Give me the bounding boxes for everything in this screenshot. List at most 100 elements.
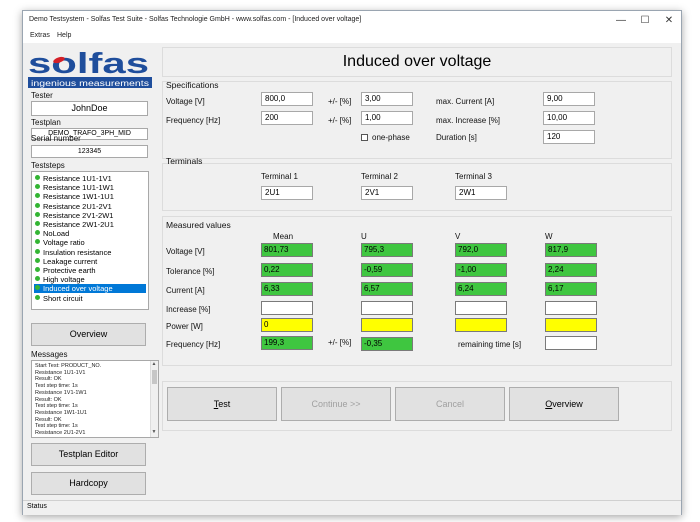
hardcopy-button[interactable]: Hardcopy — [31, 472, 146, 495]
teststep-label: Leakage current — [43, 256, 98, 266]
max-increase-input[interactable]: 10,00 — [543, 111, 595, 125]
terminal-2-input[interactable]: 2V1 — [361, 186, 413, 200]
teststep-item[interactable]: NoLoad — [34, 229, 146, 238]
measured-value-cell: 801,73 — [261, 243, 313, 257]
teststep-item[interactable]: Resistance 2U1-2V1 — [34, 202, 146, 211]
measured-frequency-label: Frequency [Hz] — [166, 340, 221, 349]
measured-value-cell: -0,59 — [361, 263, 413, 277]
serial-number-label: Serial number — [31, 134, 81, 143]
teststep-label: Protective earth — [43, 266, 96, 275]
measured-value-cell: 0 — [261, 318, 313, 332]
messages-scrollbar[interactable]: ▲ ▼ — [150, 361, 158, 437]
measured-row-label: Current [A] — [166, 286, 205, 295]
measured-value-cell: 792,0 — [455, 243, 507, 257]
teststep-item[interactable]: Short circuit — [34, 294, 146, 303]
continue-button[interactable]: Continue >> — [281, 387, 391, 421]
message-line: Result: OK — [35, 416, 62, 423]
status-dot-icon — [35, 248, 40, 254]
max-current-input[interactable]: 9,00 — [543, 92, 595, 106]
message-line: Test step time: 1s — [35, 383, 78, 390]
one-phase-checkbox[interactable] — [361, 134, 368, 141]
measured-value-cell — [361, 318, 413, 332]
terminals-heading: Terminals — [166, 156, 203, 166]
teststeps-list[interactable]: Resistance 1U1-1V1 Resistance 1U1-1W1 Resi… — [31, 171, 149, 310]
scroll-down-icon[interactable]: ▼ — [151, 429, 157, 435]
testplan-label: Testplan — [31, 118, 61, 127]
measured-value-cell: 6,33 — [261, 282, 313, 296]
spec-voltage-tol-input[interactable]: 3,00 — [361, 92, 413, 106]
messages-log[interactable]: ▲ ▼ Start Test: PRODUCT_NO. Resistance 1U… — [31, 360, 159, 438]
status-text: Status — [27, 503, 47, 510]
teststep-label: Resistance 1U1-1W1 — [43, 183, 114, 193]
terminal-3-label: Terminal 3 — [455, 172, 492, 181]
test-button[interactable]: Test — [167, 387, 277, 421]
status-dot-icon — [35, 175, 40, 180]
message-line: Resistance 1V1-1W1 — [35, 389, 87, 396]
specifications-heading: Specifications — [166, 80, 219, 90]
teststep-item[interactable]: Induced over voltage — [34, 284, 146, 294]
status-dot-icon — [35, 221, 40, 226]
terminal-1-input[interactable]: 2U1 — [261, 186, 313, 200]
teststep-label: Insulation resistance — [43, 247, 112, 257]
measured-value-cell: 795,3 — [361, 243, 413, 257]
remaining-time-label: remaining time [s] — [458, 340, 522, 349]
measured-value-cell — [455, 301, 507, 315]
message-line: Result: OK — [35, 396, 62, 403]
status-dot-icon — [35, 285, 40, 291]
minimize-button[interactable]: — — [609, 11, 633, 31]
measured-column-header: W — [545, 232, 553, 241]
window-title: Demo Testsystem - Solfas Test Suite - So… — [29, 16, 362, 23]
overview-main-button[interactable]: Overview — [509, 387, 619, 421]
menu-help[interactable]: Help — [57, 32, 71, 39]
teststep-item[interactable]: Resistance 1W1-1U1 — [34, 192, 146, 201]
measured-column-header: Mean — [273, 232, 294, 241]
menu-extras[interactable]: Extras — [30, 32, 50, 39]
maximize-button[interactable]: ☐ — [633, 11, 657, 31]
teststep-item[interactable]: Protective earth — [34, 266, 146, 275]
teststep-item[interactable]: Insulation resistance — [34, 248, 146, 257]
message-line: Test step time: 1s — [35, 423, 78, 430]
teststep-item[interactable]: High voltage — [34, 275, 146, 284]
measured-row-label: Power [W] — [166, 322, 203, 331]
serial-number-field[interactable]: 123345 — [31, 145, 148, 158]
teststep-item[interactable]: Resistance 1U1-1W1 — [34, 183, 146, 192]
duration-label: Duration [s] — [436, 133, 477, 142]
teststep-label: High voltage — [43, 275, 85, 285]
status-dot-icon — [35, 239, 40, 245]
measured-value-cell — [545, 301, 597, 315]
overview-sidebar-button[interactable]: Overview — [31, 323, 146, 346]
measured-row-label: Increase [%] — [166, 305, 211, 314]
measured-value-cell — [361, 301, 413, 315]
terminal-2-label: Terminal 2 — [361, 172, 398, 181]
teststep-item[interactable]: Leakage current — [34, 257, 146, 266]
measured-row-label: Tolerance [%] — [166, 267, 215, 276]
measured-frequency-tol-value: -0,35 — [361, 337, 413, 351]
teststep-item[interactable]: Resistance 1U1-1V1 — [34, 174, 146, 183]
teststep-label: Resistance 2W1-2U1 — [43, 220, 114, 229]
duration-input[interactable]: 120 — [543, 130, 595, 144]
spec-frequency-input[interactable]: 200 — [261, 111, 313, 125]
status-dot-icon — [35, 257, 40, 263]
teststep-item[interactable]: Resistance 2W1-2U1 — [34, 220, 146, 229]
cancel-button[interactable]: Cancel — [395, 387, 505, 421]
measured-frequency-tol-label: +/- [%] — [328, 338, 352, 347]
scroll-up-icon[interactable]: ▲ — [151, 361, 157, 367]
close-button[interactable]: ✕ — [657, 11, 681, 31]
teststep-item[interactable]: Voltage ratio — [34, 238, 146, 247]
test-button-label: est — [218, 399, 231, 409]
terminal-3-input[interactable]: 2W1 — [455, 186, 507, 200]
testplan-editor-button[interactable]: Testplan Editor — [31, 443, 146, 466]
max-current-label: max. Current [A] — [436, 97, 495, 106]
teststep-label: Induced over voltage — [43, 284, 113, 294]
measured-frequency-value: 199,3 — [261, 336, 313, 350]
tester-field[interactable]: JohnDoe — [31, 101, 148, 116]
message-line: Resistance 1U1-1V1 — [35, 369, 86, 376]
spec-voltage-input[interactable]: 800,0 — [261, 92, 313, 106]
measured-value-cell — [455, 318, 507, 332]
status-dot-icon — [35, 230, 40, 236]
teststep-item[interactable]: Resistance 2V1-2W1 — [34, 211, 146, 220]
measured-row-label: Voltage [V] — [166, 247, 205, 256]
spec-voltage-tol-label: +/- [%] — [328, 97, 352, 106]
scroll-thumb[interactable] — [152, 370, 157, 384]
spec-frequency-tol-input[interactable]: 1,00 — [361, 111, 413, 125]
